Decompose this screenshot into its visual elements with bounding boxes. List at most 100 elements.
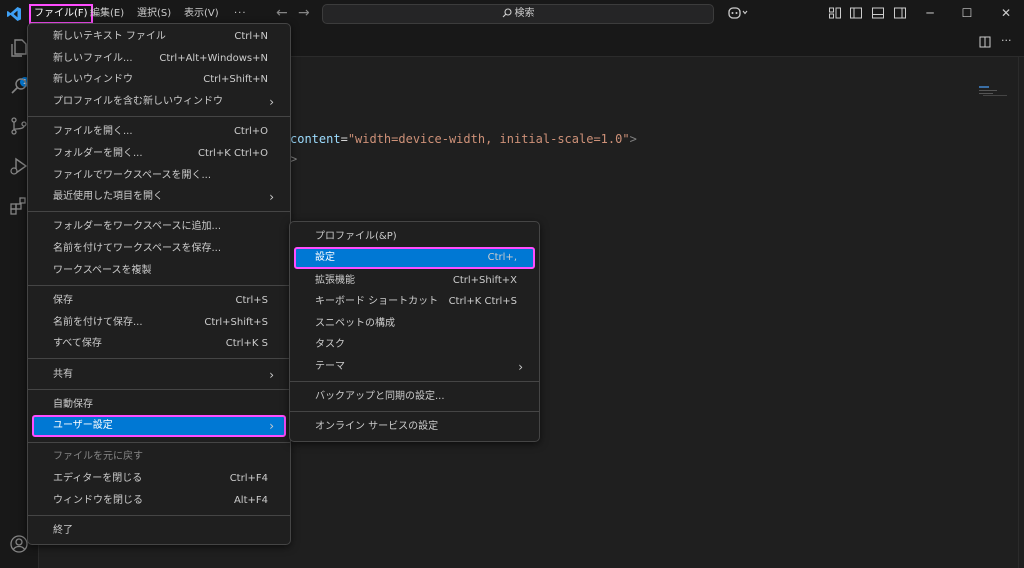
back-arrow-icon[interactable]: ← xyxy=(276,5,288,21)
menu-item-label: プロファイル(&P) xyxy=(315,231,397,242)
vscode-logo-icon[interactable] xyxy=(6,6,22,22)
menu-separator xyxy=(28,116,290,117)
menu-item-label: ファイルを元に戻す xyxy=(53,451,143,462)
menu-item-label: 保存 xyxy=(53,295,73,306)
submenu-item-online-services[interactable]: オンライン サービスの設定 xyxy=(294,416,535,438)
menu-item-open-file[interactable]: ファイルを開く... Ctrl+O xyxy=(32,121,286,143)
code-line-next[interactable]: > xyxy=(290,152,297,166)
explorer-icon[interactable] xyxy=(9,38,29,58)
preferences-submenu: プロファイル(&P) 設定 Ctrl+, 拡張機能 Ctrl+Shift+X キーボ… xyxy=(289,221,540,442)
toggle-primary-sidebar-icon[interactable] xyxy=(849,6,863,20)
menu-item-share[interactable]: 共有 › xyxy=(32,364,286,386)
menu-item-label: オンライン サービスの設定 xyxy=(315,421,439,432)
command-center-search[interactable]: 検索 xyxy=(322,4,714,24)
editor-scrollbar[interactable] xyxy=(1018,57,1024,568)
menu-item-label: 共有 xyxy=(53,369,73,380)
chevron-right-icon: › xyxy=(269,419,274,433)
menu-item-label: ワークスペースを複製 xyxy=(53,265,152,276)
menu-item-shortcut: Ctrl+, xyxy=(487,252,517,263)
menu-file[interactable]: ファイル(F) xyxy=(29,4,93,24)
menu-item-new-window[interactable]: 新しいウィンドウ Ctrl+Shift+N xyxy=(32,69,286,91)
menu-item-label: ファイルでワークスペースを開く... xyxy=(53,170,212,181)
menu-item-shortcut: Ctrl+K Ctrl+O xyxy=(198,148,268,159)
menu-item-new-file[interactable]: 新しいファイル... Ctrl+Alt+Windows+N xyxy=(32,48,286,70)
menu-item-shortcut: Ctrl+Alt+Windows+N xyxy=(159,53,268,64)
menu-item-label: ウィンドウを閉じる xyxy=(53,495,143,506)
menu-item-new-text-file[interactable]: 新しいテキスト ファイル Ctrl+N xyxy=(32,26,286,48)
menu-item-label: 新しいウィンドウ xyxy=(53,74,133,85)
menu-item-preferences[interactable]: ユーザー設定 › xyxy=(32,415,286,437)
menu-more[interactable]: ··· xyxy=(234,6,247,22)
menu-item-save-all[interactable]: すべて保存 Ctrl+K S xyxy=(32,333,286,355)
menu-item-label: エディターを閉じる xyxy=(53,473,143,484)
menu-item-label: 名前を付けて保存... xyxy=(53,317,143,328)
menu-item-label: フォルダーを開く... xyxy=(53,148,143,159)
menu-separator xyxy=(28,358,290,359)
menu-item-shortcut: Ctrl+K Ctrl+S xyxy=(448,296,517,307)
menu-separator xyxy=(28,285,290,286)
close-icon[interactable]: ✕ xyxy=(996,4,1016,22)
menu-item-shortcut: Alt+F4 xyxy=(233,495,268,506)
menu-view[interactable]: 表示(V) xyxy=(184,6,219,22)
menu-item-close-window[interactable]: ウィンドウを閉じる Alt+F4 xyxy=(32,490,286,512)
chevron-right-icon: › xyxy=(269,95,274,109)
toggle-secondary-sidebar-icon[interactable] xyxy=(893,6,907,20)
menu-item-close-editor[interactable]: エディターを閉じる Ctrl+F4 xyxy=(32,468,286,490)
maximize-icon[interactable]: ☐ xyxy=(957,4,977,22)
menu-item-label: フォルダーをワークスペースに追加... xyxy=(53,221,222,232)
toggle-panel-icon[interactable] xyxy=(871,6,885,20)
menu-item-label: キーボード ショートカット xyxy=(315,296,439,307)
submenu-item-settings[interactable]: 設定 Ctrl+, xyxy=(294,247,535,269)
submenu-item-backup-sync[interactable]: バックアップと同期の設定... xyxy=(294,386,535,408)
file-menu-dropdown: 新しいテキスト ファイル Ctrl+N 新しいファイル... Ctrl+Alt+Wi… xyxy=(27,23,291,545)
run-debug-icon[interactable] xyxy=(9,156,29,176)
more-actions-icon[interactable]: ··· xyxy=(1001,34,1012,47)
menu-item-shortcut: Ctrl+F4 xyxy=(229,473,268,484)
extensions-icon[interactable] xyxy=(9,196,29,216)
submenu-item-keyboard-shortcuts[interactable]: キーボード ショートカット Ctrl+K Ctrl+S xyxy=(294,291,535,313)
code-close-2: > xyxy=(290,152,298,166)
menu-edit[interactable]: 編集(E) xyxy=(90,6,124,22)
customize-layout-icon[interactable] xyxy=(828,6,842,20)
minimap[interactable] xyxy=(979,85,1011,97)
forward-arrow-icon[interactable]: → xyxy=(298,5,310,21)
menu-item-open-folder[interactable]: フォルダーを開く... Ctrl+K Ctrl+O xyxy=(32,143,286,165)
source-control-icon[interactable] xyxy=(9,116,29,136)
menu-item-shortcut: Ctrl+N xyxy=(234,31,268,42)
menu-item-label: 名前を付けてワークスペースを保存... xyxy=(53,243,222,254)
menu-selection[interactable]: 選択(S) xyxy=(137,6,171,22)
menu-item-duplicate-workspace[interactable]: ワークスペースを複製 xyxy=(32,260,286,282)
menu-item-revert-file: ファイルを元に戻す xyxy=(32,446,286,468)
menu-item-save-as[interactable]: 名前を付けて保存... Ctrl+Shift+S xyxy=(32,312,286,334)
menu-item-label: ユーザー設定 xyxy=(53,420,113,431)
menu-item-auto-save[interactable]: 自動保存 xyxy=(32,394,286,416)
menu-item-add-folder-to-workspace[interactable]: フォルダーをワークスペースに追加... xyxy=(32,216,286,238)
submenu-item-profiles[interactable]: プロファイル(&P) xyxy=(294,226,535,248)
split-editor-icon[interactable] xyxy=(979,36,991,48)
submenu-item-tasks[interactable]: タスク xyxy=(294,334,535,356)
submenu-item-snippets[interactable]: スニペットの構成 xyxy=(294,313,535,335)
code-line-meta[interactable]: content="width=device-width, initial-sca… xyxy=(290,132,637,146)
menu-item-label: プロファイルを含む新しいウィンドウ xyxy=(53,96,223,107)
menu-item-exit[interactable]: 終了 xyxy=(32,520,286,542)
search-icon xyxy=(502,8,512,18)
minimize-icon[interactable]: ─ xyxy=(920,4,940,22)
menu-separator xyxy=(28,515,290,516)
menu-item-new-window-profile[interactable]: プロファイルを含む新しいウィンドウ › xyxy=(32,91,286,113)
menu-item-label: ファイルを開く... xyxy=(53,126,133,137)
copilot-icon[interactable] xyxy=(727,6,749,20)
submenu-item-themes[interactable]: テーマ › xyxy=(294,356,535,378)
accounts-icon[interactable] xyxy=(9,534,29,554)
menu-item-save-workspace-as[interactable]: 名前を付けてワークスペースを保存... xyxy=(32,238,286,260)
code-close: > xyxy=(629,132,637,146)
menu-item-open-recent[interactable]: 最近使用した項目を開く › xyxy=(32,186,286,208)
chevron-right-icon: › xyxy=(269,368,274,382)
menu-item-shortcut: Ctrl+O xyxy=(233,126,268,137)
submenu-item-extensions[interactable]: 拡張機能 Ctrl+Shift+X xyxy=(294,270,535,292)
search-view-icon[interactable] xyxy=(9,76,29,96)
menu-separator xyxy=(28,211,290,212)
menu-item-open-workspace[interactable]: ファイルでワークスペースを開く... xyxy=(32,165,286,187)
menu-item-shortcut: Ctrl+Shift+X xyxy=(452,275,517,286)
code-attr: content xyxy=(290,132,341,146)
menu-item-save[interactable]: 保存 Ctrl+S xyxy=(32,290,286,312)
